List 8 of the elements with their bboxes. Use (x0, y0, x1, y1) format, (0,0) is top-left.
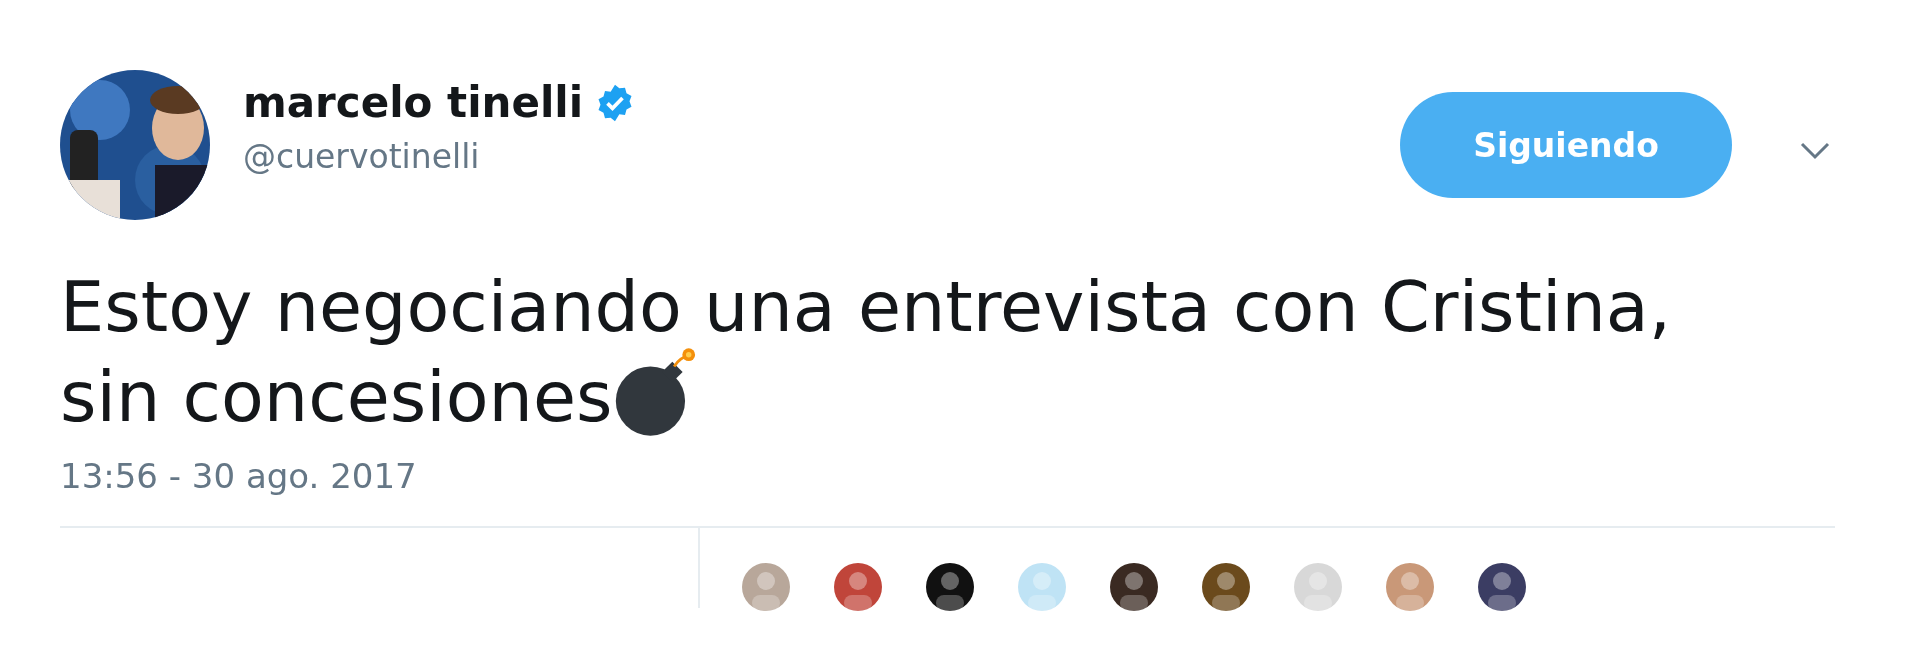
tweet-text-line: sin concesiones (60, 355, 613, 440)
user-name[interactable]: marcelo tinelli (243, 78, 584, 127)
tweet-text-line: Estoy negociando una entrevista con Cristina, (60, 265, 1671, 350)
user-handle[interactable]: @cuervotinelli (243, 137, 1400, 176)
following-button[interactable]: Siguiendo (1400, 92, 1732, 198)
chevron-down-icon[interactable] (1800, 142, 1830, 160)
bomb-icon (614, 346, 697, 438)
tweet-timestamp[interactable]: 13:56 - 30 ago. 2017 (60, 456, 417, 496)
